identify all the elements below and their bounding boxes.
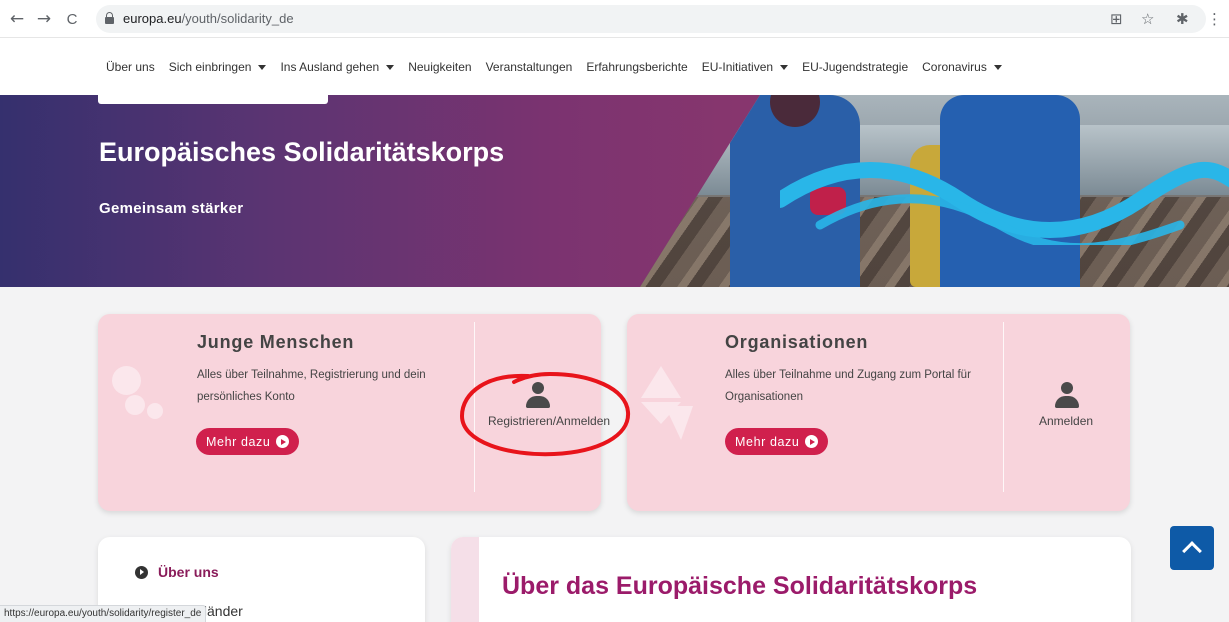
nav-item-label: Über uns <box>106 60 155 74</box>
section-heading: Über das Europäische Solidaritätskorps <box>502 572 978 600</box>
reload-icon[interactable]: C <box>61 8 83 30</box>
more-button-label: Mehr dazu <box>206 434 271 449</box>
content-stripe <box>451 537 479 622</box>
card-title: Organisationen <box>725 332 869 352</box>
arrow-right-icon <box>276 435 290 448</box>
more-button[interactable]: Mehr dazu <box>196 428 300 455</box>
hero-subtitle: Gemeinsam stärker <box>99 200 244 217</box>
nav-item-label: EU-Initiativen <box>701 60 774 74</box>
card-text: Alles über Teilnahme, Registrierung und … <box>197 369 426 403</box>
nav-item[interactable]: Sich einbringen <box>169 60 267 74</box>
nav-item[interactable]: Erfahrungsberichte <box>586 60 687 74</box>
site-navigation: Über uns Sich einbringen Ins Ausland gehen… <box>0 38 1229 95</box>
lock-icon[interactable] <box>105 12 114 24</box>
hero-tab <box>98 95 328 104</box>
url-path: /youth/solidarity_de <box>181 11 294 26</box>
sidebar-link-label: Über uns <box>158 564 219 580</box>
nav-item[interactable]: Neuigkeiten <box>408 60 471 74</box>
more-button[interactable]: Mehr dazu <box>725 428 829 455</box>
bubble-icon <box>147 403 163 419</box>
status-bar-url: https://europa.eu/youth/solidarity/regis… <box>0 605 207 622</box>
caret-down-icon <box>386 64 395 70</box>
caret-down-icon <box>993 64 1002 70</box>
nav-item-label: Sich einbringen <box>168 60 252 74</box>
browser-toolbar: ← → C europa.eu/youth/solidarity_de ⊞ ☆ … <box>0 0 1229 38</box>
user-icon[interactable] <box>1055 382 1079 408</box>
wave-graphic <box>780 161 1229 245</box>
nav-item-label: Erfahrungsberichte <box>586 60 688 74</box>
forward-icon[interactable]: → <box>33 8 55 30</box>
extensions-icon[interactable]: ✱ <box>1176 10 1189 28</box>
nav-item-label: Neuigkeiten <box>408 60 472 74</box>
bubble-icon <box>125 395 145 415</box>
bubble-icon <box>112 366 141 395</box>
nav-item-label: Ins Ausland gehen <box>280 60 380 74</box>
translate-icon[interactable]: ⊞ <box>1110 10 1123 28</box>
caret-down-icon <box>780 64 789 70</box>
back-to-top-button[interactable] <box>1170 526 1214 570</box>
nav-item[interactable]: Veranstaltungen <box>486 60 573 74</box>
main-menu: Über uns Sich einbringen Ins Ausland gehen… <box>106 60 1016 74</box>
nav-item[interactable]: Über uns <box>106 60 155 74</box>
url-domain: europa.eu <box>123 11 182 26</box>
red-circle-annotation <box>459 371 631 457</box>
url-text[interactable]: europa.eu/youth/solidarity_de <box>123 11 294 26</box>
arrow-right-icon <box>805 435 819 448</box>
more-button-label: Mehr dazu <box>735 434 800 449</box>
triangle-icon <box>641 366 693 440</box>
hero-photo <box>640 95 1229 287</box>
login-link[interactable]: Anmelden <box>1039 414 1093 428</box>
hero-banner: Europäisches Solidaritätskorps Gemeinsam… <box>0 95 1229 287</box>
circle-arrow-icon <box>135 565 148 579</box>
menu-icon[interactable]: ⋮ <box>1207 10 1222 28</box>
hero-title: Europäisches Solidaritätskorps <box>99 137 505 167</box>
caret-down-icon <box>258 64 267 70</box>
nav-item-label: Veranstaltungen <box>485 60 573 74</box>
nav-item[interactable]: Coronavirus <box>922 60 1002 74</box>
nav-item-label: EU-Jugendstrategie <box>802 60 909 74</box>
nav-item-label: Coronavirus <box>922 60 987 74</box>
card-title: Junge Menschen <box>197 332 355 352</box>
card-divider <box>1003 322 1004 492</box>
back-icon[interactable]: ← <box>6 8 28 30</box>
card-text: Alles über Teilnahme und Zugang zum Port… <box>725 369 971 403</box>
nav-item[interactable]: EU-Jugendstrategie <box>802 60 908 74</box>
star-icon[interactable]: ☆ <box>1141 10 1154 28</box>
nav-item[interactable]: Ins Ausland gehen <box>280 60 395 74</box>
sidebar-link-about[interactable]: Über uns <box>135 564 219 580</box>
nav-item[interactable]: EU-Initiativen <box>701 60 789 74</box>
main-content: Über das Europäische Solidaritätskorps <box>451 537 1131 622</box>
organisations-card: Organisationen Alles über Teilnahme und … <box>627 314 1130 511</box>
